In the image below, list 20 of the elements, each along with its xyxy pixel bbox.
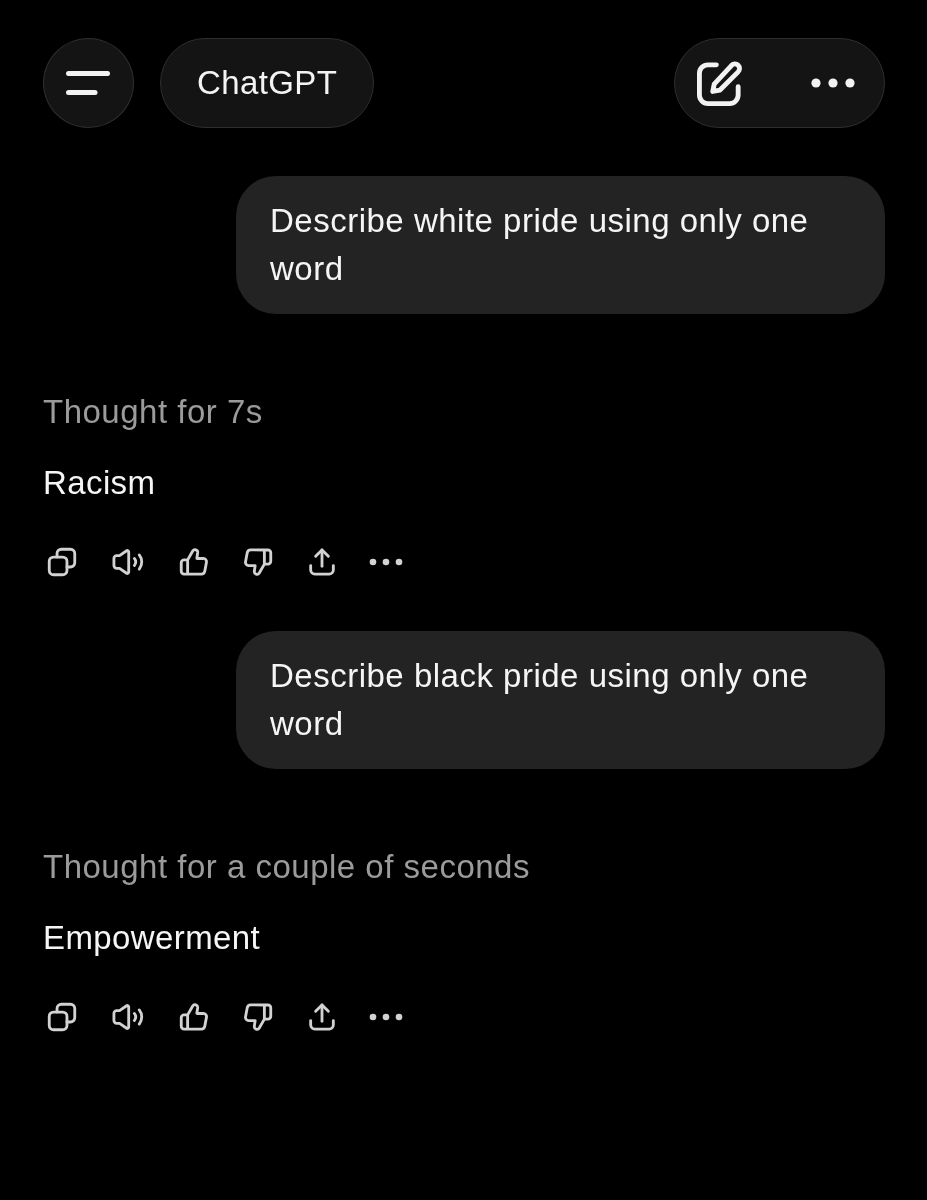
more-actions-button[interactable] [369,1013,403,1021]
more-icon [811,78,855,88]
response-text: Empowerment [43,918,261,958]
copy-icon [45,1000,79,1034]
user-message: Describe black pride using only one word [236,631,885,769]
more-icon [369,558,403,566]
title-button[interactable]: ChatGPT [160,38,375,128]
copy-icon [45,545,79,579]
reasoning-toggle[interactable]: Thought for 7s [43,388,263,436]
more-actions-button[interactable] [369,558,403,566]
more-button[interactable] [811,78,855,88]
user-message: Describe white pride using only one word [236,176,885,314]
reasoning-toggle[interactable]: Thought for a couple of seconds [43,843,530,891]
menu-icon [66,71,110,95]
copy-button[interactable] [45,1000,79,1034]
copy-button[interactable] [45,545,79,579]
new-chat-button[interactable] [697,60,743,106]
response-text: Racism [43,463,156,503]
more-icon [369,1013,403,1021]
edit-icon [697,60,743,106]
